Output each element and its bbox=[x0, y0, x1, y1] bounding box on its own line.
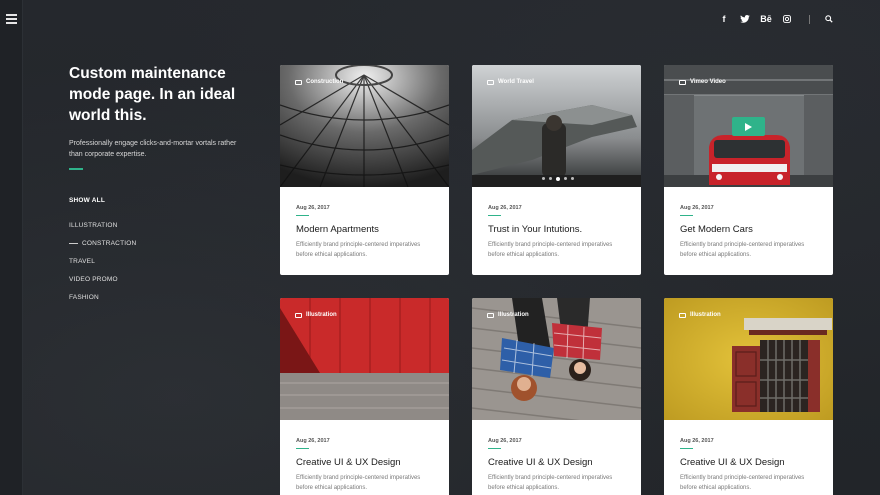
card-title[interactable]: Modern Apartments bbox=[296, 224, 379, 235]
card-date: Aug 26, 2017 bbox=[680, 438, 714, 444]
card-date: Aug 26, 2017 bbox=[680, 205, 714, 211]
side-strip bbox=[0, 0, 23, 495]
card-rule bbox=[296, 448, 309, 450]
filter-label: CONSTRACTION bbox=[82, 239, 137, 247]
filter-constraction[interactable]: CONSTRACTION bbox=[69, 238, 136, 248]
card-rule bbox=[488, 448, 501, 450]
card-title[interactable]: Get Modern Cars bbox=[680, 224, 753, 235]
active-dash bbox=[69, 242, 78, 244]
card-title[interactable]: Trust in Your Intutions. bbox=[488, 224, 582, 235]
filter-label: TRAVEL bbox=[69, 257, 96, 265]
filter-illustration[interactable]: ILLUSTRATION bbox=[69, 220, 136, 230]
category-label: Illustration bbox=[498, 312, 529, 318]
filter-label: ILLUSTRATION bbox=[69, 221, 118, 229]
portfolio-card[interactable]: World Travel Aug 26, 2017 Trust in Your … bbox=[472, 65, 641, 275]
portfolio-card[interactable]: Construction Aug 26, 2017 Modern Apartme… bbox=[280, 65, 449, 275]
filter-video-promo[interactable]: VIDEO PROMO bbox=[69, 274, 136, 284]
folder-icon bbox=[295, 79, 302, 85]
card-category: Construction bbox=[295, 79, 343, 85]
category-filters: SHOW ALL ILLUSTRATION CONSTRACTION TRAVE… bbox=[69, 195, 136, 310]
filter-label: FASHION bbox=[69, 293, 99, 301]
folder-icon bbox=[487, 312, 494, 318]
portfolio-card[interactable]: Illustration Aug 26, 2017 Creative UI & … bbox=[664, 298, 833, 495]
accent-rule bbox=[69, 168, 83, 170]
card-rule bbox=[488, 215, 501, 217]
instagram-icon[interactable] bbox=[777, 12, 797, 26]
filter-show-all[interactable]: SHOW ALL bbox=[69, 195, 136, 205]
intro: Custom maintenance mode page. In an idea… bbox=[69, 63, 249, 170]
card-description: Efficiently brand principle-centered imp… bbox=[680, 475, 805, 491]
category-label: Vimeo Video bbox=[690, 79, 726, 85]
page-title: Custom maintenance mode page. In an idea… bbox=[69, 65, 236, 124]
card-date: Aug 26, 2017 bbox=[488, 205, 522, 211]
topbar-divider bbox=[809, 14, 810, 24]
card-rule bbox=[296, 215, 309, 217]
behance-icon[interactable]: Bē bbox=[756, 12, 776, 26]
card-title[interactable]: Creative UI & UX Design bbox=[488, 457, 593, 468]
intro-text: Professionally engage clicks-and-mortar … bbox=[69, 140, 237, 158]
card-category: Illustration bbox=[679, 312, 721, 318]
folder-icon bbox=[679, 79, 686, 85]
card-category: Vimeo Video bbox=[679, 79, 726, 85]
top-bar: f Bē bbox=[713, 12, 836, 26]
category-label: Illustration bbox=[690, 312, 721, 318]
category-label: World Travel bbox=[498, 79, 534, 85]
folder-icon bbox=[295, 312, 302, 318]
card-description: Efficiently brand principle-centered imp… bbox=[488, 475, 613, 491]
portfolio-card[interactable]: Illustration Aug 26, 2017 Creative UI & … bbox=[472, 298, 641, 495]
card-category: Illustration bbox=[295, 312, 337, 318]
portfolio-card[interactable]: Illustration Aug 26, 2017 Creative UI & … bbox=[280, 298, 449, 495]
filter-label: VIDEO PROMO bbox=[69, 275, 118, 283]
card-description: Efficiently brand principle-centered imp… bbox=[488, 242, 613, 258]
portfolio-card[interactable]: Vimeo Video Aug 26, 2017 Get Modern Cars… bbox=[664, 65, 833, 275]
folder-icon bbox=[679, 312, 686, 318]
category-label: Illustration bbox=[306, 312, 337, 318]
carousel-dots[interactable] bbox=[542, 176, 574, 181]
card-date: Aug 26, 2017 bbox=[296, 438, 330, 444]
hamburger-menu-icon[interactable] bbox=[6, 14, 17, 24]
card-category: World Travel bbox=[487, 79, 534, 85]
folder-icon bbox=[487, 79, 494, 85]
category-label: Construction bbox=[306, 79, 344, 85]
play-button[interactable] bbox=[732, 117, 765, 136]
card-date: Aug 26, 2017 bbox=[296, 205, 330, 211]
card-category: Illustration bbox=[487, 312, 529, 318]
card-title[interactable]: Creative UI & UX Design bbox=[680, 457, 785, 468]
filter-travel[interactable]: TRAVEL bbox=[69, 256, 136, 266]
twitter-icon[interactable] bbox=[735, 12, 755, 26]
search-icon[interactable] bbox=[822, 12, 836, 26]
card-rule bbox=[680, 215, 693, 217]
card-description: Efficiently brand principle-centered imp… bbox=[296, 242, 421, 258]
social-links: f Bē bbox=[713, 12, 797, 26]
filter-fashion[interactable]: FASHION bbox=[69, 292, 136, 302]
card-rule bbox=[680, 448, 693, 450]
card-description: Efficiently brand principle-centered imp… bbox=[296, 475, 421, 491]
facebook-icon[interactable]: f bbox=[714, 12, 734, 26]
card-description: Efficiently brand principle-centered imp… bbox=[680, 242, 805, 258]
card-title[interactable]: Creative UI & UX Design bbox=[296, 457, 401, 468]
card-date: Aug 26, 2017 bbox=[488, 438, 522, 444]
